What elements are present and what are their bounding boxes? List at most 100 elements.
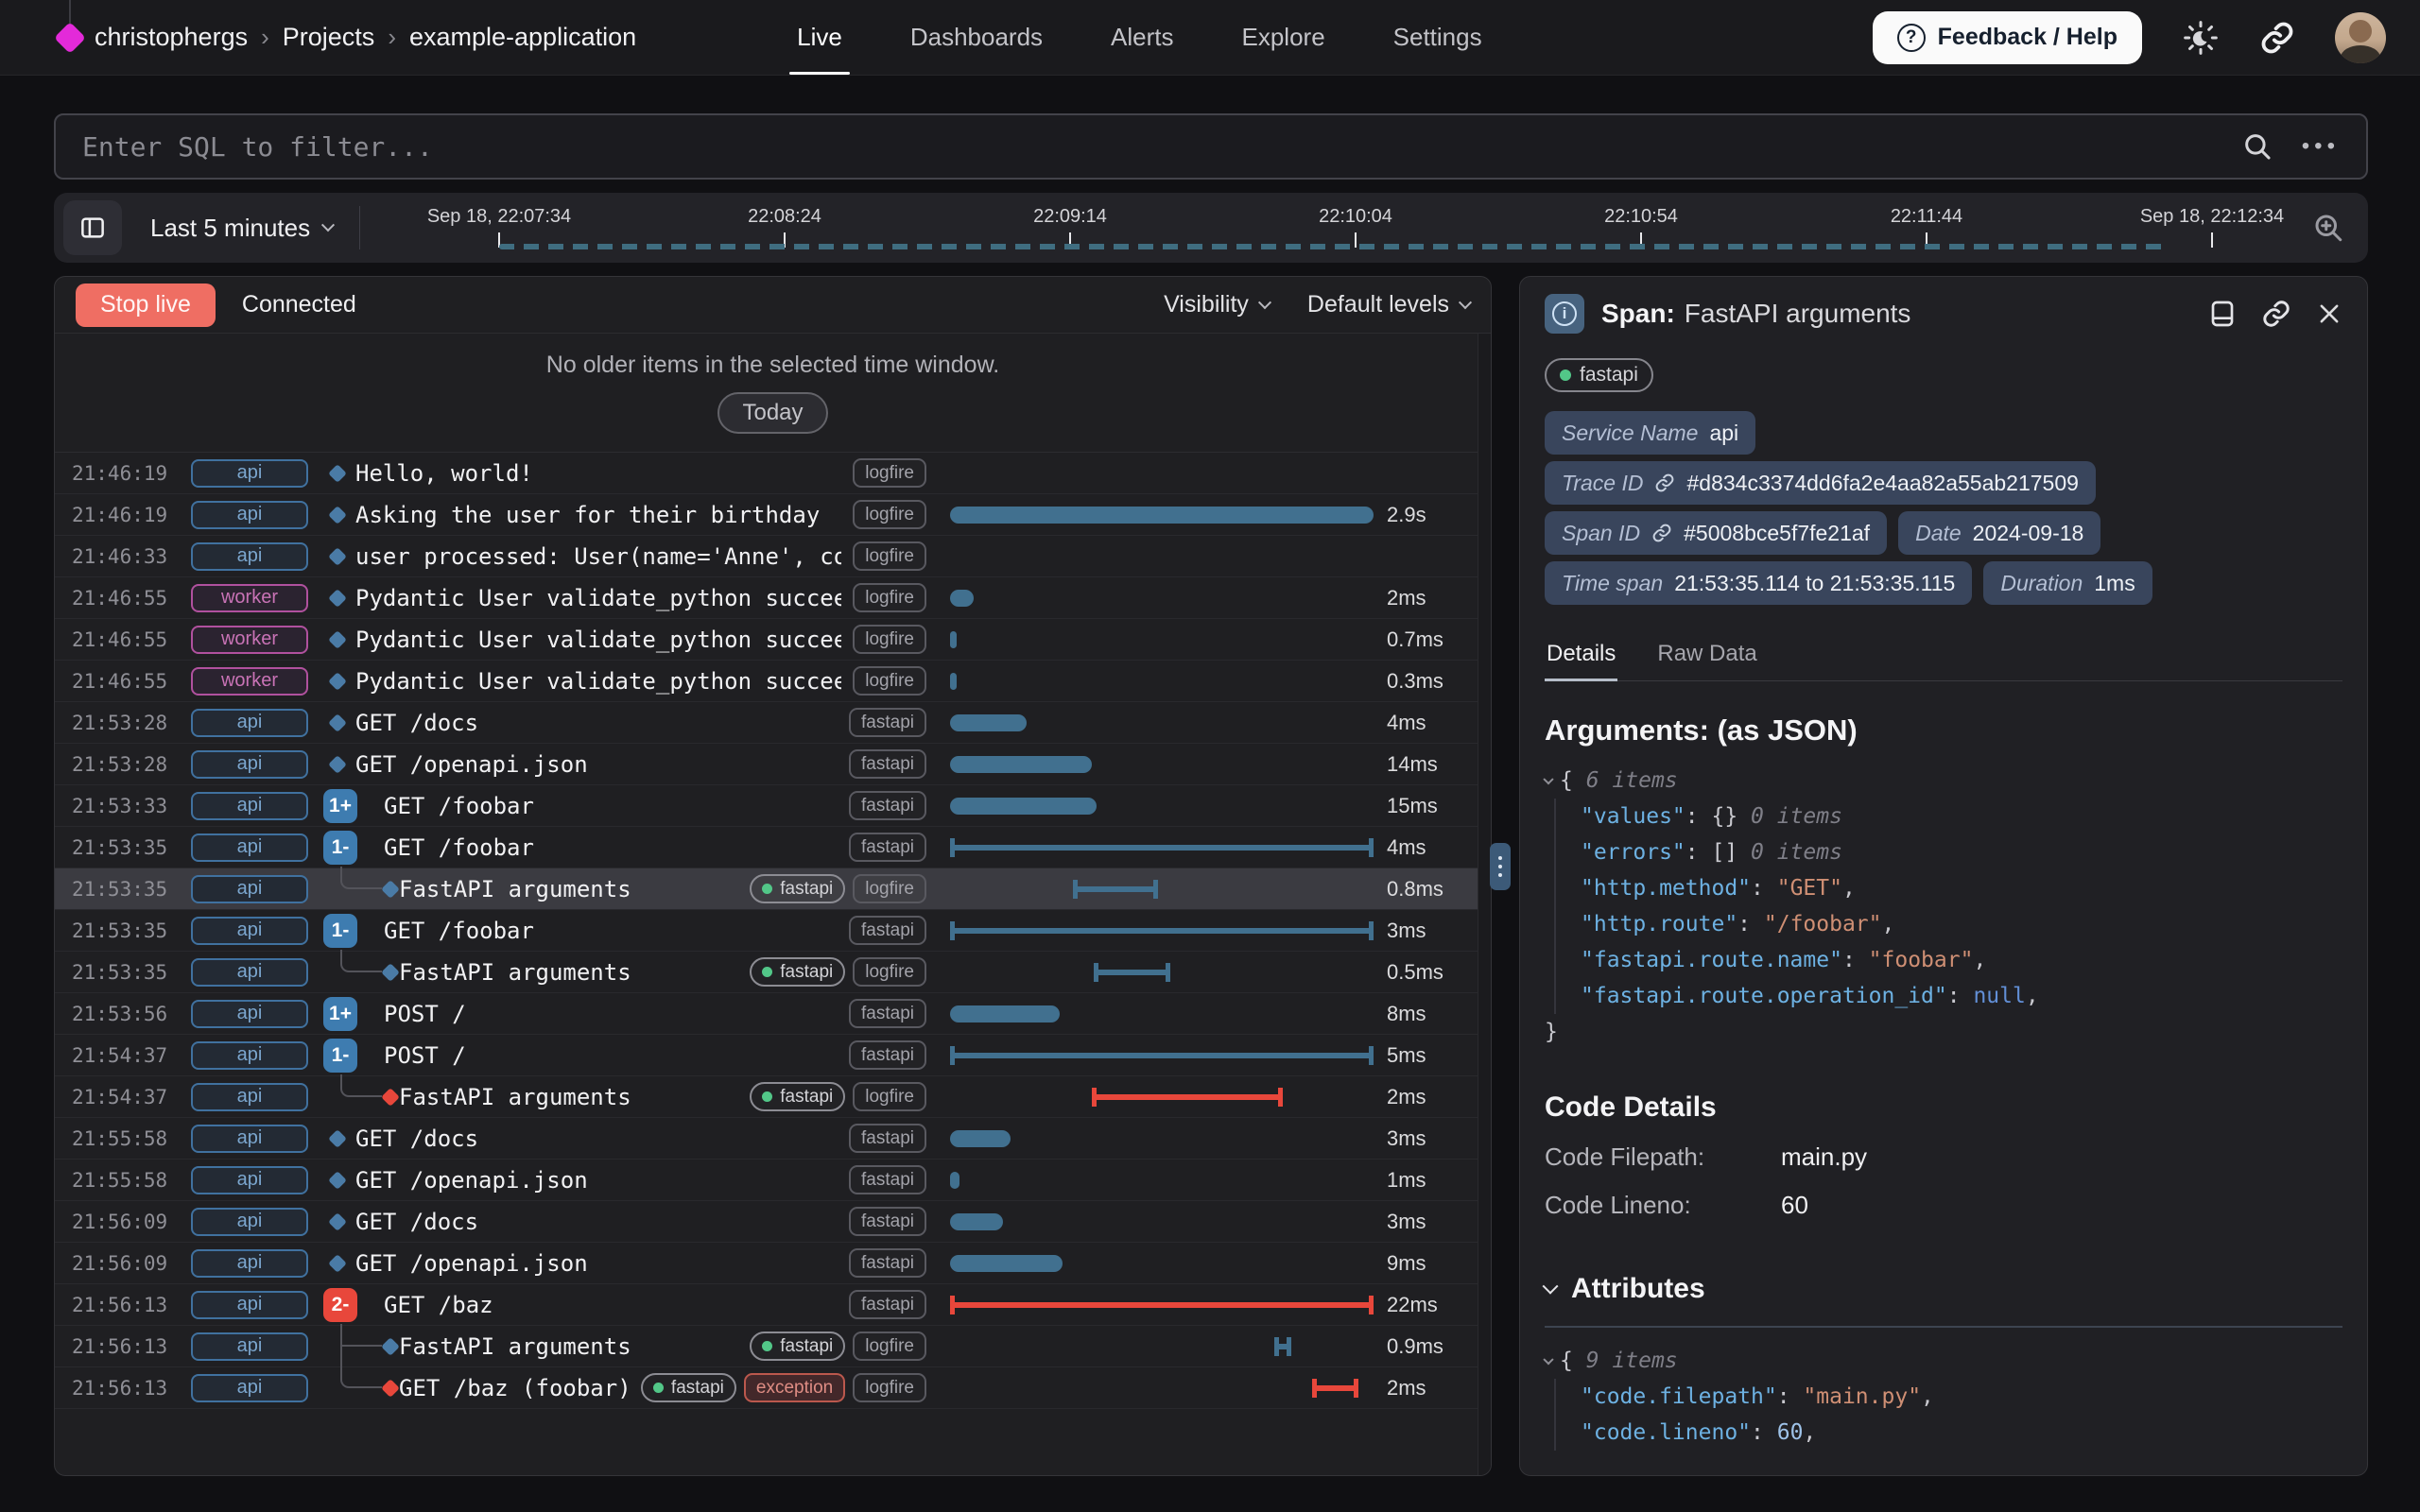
collapse-caret-icon[interactable] [1543, 1354, 1553, 1365]
metadata-chip[interactable]: Service Name api [1545, 411, 1755, 455]
feedback-help-button[interactable]: ? Feedback / Help [1873, 11, 2142, 64]
scope-pill[interactable]: logfire [853, 500, 926, 529]
service-tag[interactable]: api [191, 709, 308, 737]
scope-pill[interactable]: logfire [853, 957, 926, 987]
trace-row[interactable]: 21:53:28 api GET /openapi.json fastapi 1… [55, 744, 1491, 785]
exception-pill[interactable]: exception [744, 1373, 845, 1402]
scope-pill[interactable]: fastapi [849, 833, 926, 862]
trace-row[interactable]: 21:56:09 api GET /openapi.json fastapi 9… [55, 1243, 1491, 1284]
service-tag[interactable]: api [191, 542, 308, 571]
metadata-chip[interactable]: Date 2024-09-18 [1898, 511, 2100, 555]
metadata-chip[interactable]: Span ID #5008bce5f7fe21af [1545, 511, 1887, 555]
trace-row[interactable]: 21:56:13 api 2- GET /baz fastapi 22ms [55, 1284, 1491, 1326]
service-tag[interactable]: api [191, 1166, 308, 1194]
panel-resize-handle[interactable] [1490, 843, 1511, 890]
tab-details[interactable]: Details [1545, 633, 1617, 681]
expand-toggle-badge[interactable]: 1- [323, 831, 357, 865]
service-tag[interactable]: api [191, 1374, 308, 1402]
scope-pill[interactable]: fastapi [849, 1165, 926, 1194]
service-tag[interactable]: api [191, 750, 308, 779]
scope-pill[interactable]: fastapi [849, 1207, 926, 1236]
scope-pill[interactable]: logfire [853, 458, 926, 488]
sql-filter-bar[interactable]: Enter SQL to filter... ••• [54, 113, 2368, 180]
service-tag[interactable]: api [191, 917, 308, 945]
trace-row[interactable]: 21:55:58 api GET /openapi.json fastapi 1… [55, 1160, 1491, 1201]
user-avatar[interactable] [2335, 12, 2386, 63]
trace-row[interactable]: 21:53:35 api 1- GET /foobar fastapi 3ms [55, 910, 1491, 952]
theme-toggle-icon[interactable] [2182, 19, 2220, 57]
trace-row[interactable]: 21:56:13 api FastAPI arguments fastapilo… [55, 1326, 1491, 1367]
breadcrumb-projects[interactable]: Projects [283, 23, 375, 52]
service-tag[interactable]: api [191, 1000, 308, 1028]
service-tag[interactable]: api [191, 792, 308, 820]
search-icon[interactable] [2241, 130, 2273, 163]
logfire-logo-icon[interactable] [54, 22, 86, 54]
scrollbar[interactable] [1478, 334, 1491, 1475]
scope-pill[interactable]: fastapi [849, 708, 926, 737]
trace-row[interactable]: 21:56:09 api GET /docs fastapi 3ms [55, 1201, 1491, 1243]
scope-pill[interactable]: logfire [853, 541, 926, 571]
scope-pill[interactable]: fastapi [849, 999, 926, 1028]
collapse-caret-icon[interactable] [1543, 774, 1553, 784]
sql-filter-input[interactable]: Enter SQL to filter... [82, 131, 2241, 163]
service-tag[interactable]: api [191, 1291, 308, 1319]
trace-row[interactable]: 21:55:58 api GET /docs fastapi 3ms [55, 1118, 1491, 1160]
service-tag[interactable]: api [191, 501, 308, 529]
scope-pill[interactable]: fastapi [849, 916, 926, 945]
breadcrumb-org[interactable]: christophergs [95, 23, 248, 52]
expand-toggle-badge[interactable]: 2- [323, 1288, 357, 1322]
metadata-chip[interactable]: Duration 1ms [1983, 561, 2152, 605]
instrumentation-pill[interactable]: fastapi [641, 1373, 736, 1402]
copy-link-icon[interactable] [2261, 299, 2291, 329]
scope-pill[interactable]: logfire [853, 874, 926, 903]
service-tag[interactable]: api [191, 1125, 308, 1153]
trace-row[interactable]: 21:54:37 api 1- POST / fastapi 5ms [55, 1035, 1491, 1076]
expand-toggle-badge[interactable]: 1- [323, 914, 357, 948]
arguments-json-viewer[interactable]: { 6 items"values": {} 0 items"errors": [… [1545, 763, 2342, 1050]
instrumentation-pill[interactable]: fastapi [750, 1082, 845, 1111]
tab-explore[interactable]: Explore [1242, 0, 1325, 75]
trace-row[interactable]: 21:53:56 api 1+ POST / fastapi 8ms [55, 993, 1491, 1035]
today-button[interactable]: Today [717, 392, 827, 434]
service-tag[interactable]: worker [191, 667, 308, 696]
expand-toggle-badge[interactable]: 1- [323, 1039, 357, 1073]
service-tag[interactable]: api [191, 1041, 308, 1070]
dock-panel-icon[interactable] [2208, 299, 2237, 329]
more-options-icon[interactable]: ••• [2302, 133, 2340, 160]
breadcrumb-project[interactable]: example-application [409, 23, 636, 52]
service-tag[interactable]: api [191, 1208, 308, 1236]
trace-row[interactable]: 21:46:19 api Hello, world! logfire [55, 453, 1491, 494]
trace-row[interactable]: 21:46:55 worker Pydantic User validate_p… [55, 661, 1491, 702]
tab-dashboards[interactable]: Dashboards [910, 0, 1043, 75]
stop-live-button[interactable]: Stop live [76, 284, 216, 327]
timeline-ticks[interactable]: Sep 18, 22:07:3422:08:2422:09:1422:10:04… [54, 193, 2368, 263]
scope-pill[interactable]: logfire [853, 1082, 926, 1111]
tab-alerts[interactable]: Alerts [1111, 0, 1173, 75]
tab-raw-data[interactable]: Raw Data [1655, 633, 1758, 680]
service-tag[interactable]: worker [191, 584, 308, 612]
metadata-chip[interactable]: Time span 21:53:35.114 to 21:53:35.115 [1545, 561, 1972, 605]
trace-row[interactable]: 21:53:35 api 1- GET /foobar fastapi 4ms [55, 827, 1491, 868]
expand-toggle-badge[interactable]: 1+ [323, 789, 357, 823]
zoom-in-icon[interactable] [2311, 211, 2345, 245]
service-tag[interactable]: api [191, 833, 308, 862]
service-tag[interactable]: api [191, 875, 308, 903]
scope-pill[interactable]: fastapi [849, 1248, 926, 1278]
scope-pill[interactable]: fastapi [849, 749, 926, 779]
trace-row[interactable]: 21:46:19 api Asking the user for their b… [55, 494, 1491, 536]
service-tag[interactable]: api [191, 1249, 308, 1278]
expand-toggle-badge[interactable]: 1+ [323, 997, 357, 1031]
scope-pill[interactable]: logfire [853, 1373, 926, 1402]
scope-pill[interactable]: logfire [853, 625, 926, 654]
service-tag[interactable]: api [191, 1083, 308, 1111]
default-levels-dropdown[interactable]: Default levels [1307, 291, 1470, 318]
attributes-section-toggle[interactable]: Attributes [1545, 1273, 2342, 1305]
service-tag[interactable]: worker [191, 626, 308, 654]
instrumentation-pill[interactable]: fastapi [750, 874, 845, 903]
scope-pill[interactable]: fastapi [849, 1124, 926, 1153]
trace-row[interactable]: 21:54:37 api FastAPI arguments fastapilo… [55, 1076, 1491, 1118]
service-tag[interactable]: api [191, 958, 308, 987]
tab-live[interactable]: Live [797, 0, 842, 75]
close-icon[interactable] [2316, 301, 2342, 327]
instrumentation-pill[interactable]: fastapi [750, 1332, 845, 1361]
